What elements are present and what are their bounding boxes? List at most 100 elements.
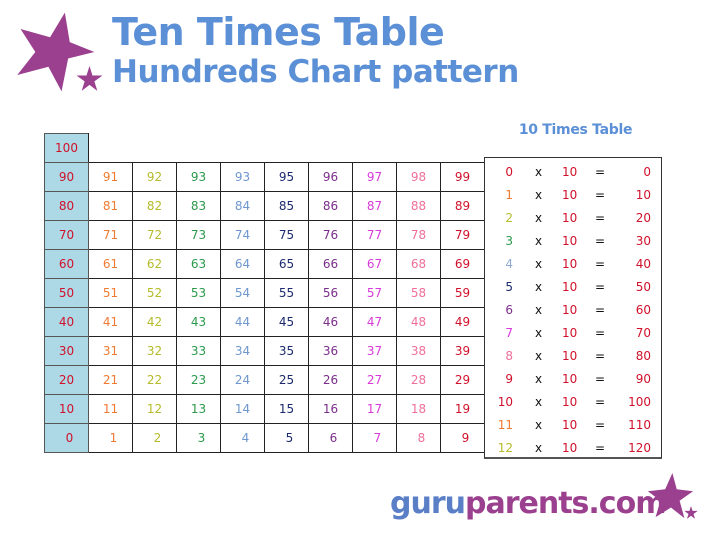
grid-cell: 69 (440, 249, 485, 279)
grid-cell: 47 (352, 307, 397, 337)
times-equals: = (595, 280, 606, 294)
times-table-row: 10 x 10 = 100 (485, 391, 661, 414)
times-multiplicand: 7 (505, 326, 513, 340)
times-table: 0 x 10 = 0 1 x 10 = 10 2 x 10 = 20 3 x 10 = 30 4 x 10 = 40 5 x 10 = 5… (484, 157, 662, 459)
grid-tens-cell: 40 (44, 307, 89, 337)
page-subtitle: Hundreds Chart pattern (112, 54, 519, 90)
times-multiplicand: 5 (505, 280, 513, 294)
grid-tens-cell: 10 (44, 394, 89, 424)
grid-cell: 16 (308, 394, 353, 424)
times-multiplicand: 2 (505, 211, 513, 225)
times-result: 0 (643, 165, 651, 179)
times-operator: x (535, 234, 543, 248)
times-operator: x (535, 165, 543, 179)
grid-cell: 87 (352, 191, 397, 221)
times-table-row: 7 x 10 = 70 (485, 322, 661, 345)
grid-tens-cell: 60 (44, 249, 89, 279)
times-multiplicand: 9 (505, 372, 513, 386)
grid-cell: 58 (396, 278, 441, 308)
grid-tens-cell: 30 (44, 336, 89, 366)
grid-empty-cell (220, 133, 265, 163)
times-result: 70 (635, 326, 651, 340)
grid-cell: 19 (440, 394, 485, 424)
grid-cell: 59 (440, 278, 485, 308)
grid-empty-cell (176, 133, 221, 163)
times-multiplier: 10 (562, 211, 578, 225)
times-table-row: 0 x 10 = 0 (485, 161, 661, 184)
grid-cell: 2 (132, 423, 177, 453)
grid-cell: 93 (220, 162, 265, 192)
guruparents-logo: guruparents.com (390, 486, 666, 521)
times-equals: = (595, 441, 606, 455)
grid-cell: 71 (88, 220, 133, 250)
times-multiplier: 10 (562, 188, 578, 202)
times-table-row: 12 x 10 = 120 (485, 437, 661, 460)
grid-cell: 28 (396, 365, 441, 395)
times-result: 100 (628, 395, 651, 409)
grid-empty-cell (308, 133, 353, 163)
grid-cell: 26 (308, 365, 353, 395)
grid-row: 80 81 82 83 84 85 86 87 88 89 (44, 191, 485, 221)
times-table-row: 9 x 10 = 90 (485, 368, 661, 391)
grid-cell: 67 (352, 249, 397, 279)
grid-cell: 6 (308, 423, 353, 453)
grid-tens-cell: 0 (44, 423, 89, 453)
grid-cell: 56 (308, 278, 353, 308)
times-equals: = (595, 257, 606, 271)
grid-cell: 86 (308, 191, 353, 221)
times-equals: = (595, 188, 606, 202)
times-multiplier: 10 (562, 418, 578, 432)
times-table-row: 4 x 10 = 40 (485, 253, 661, 276)
grid-cell: 76 (308, 220, 353, 250)
grid-cell: 89 (440, 191, 485, 221)
times-result: 50 (635, 280, 651, 294)
grid-cell: 52 (132, 278, 177, 308)
times-result: 60 (635, 303, 651, 317)
times-table-row: 3 x 10 = 30 (485, 230, 661, 253)
grid-cell: 99 (440, 162, 485, 192)
times-multiplier: 10 (562, 372, 578, 386)
grid-empty-cell (396, 133, 441, 163)
grid-cell: 48 (396, 307, 441, 337)
grid-cell: 36 (308, 336, 353, 366)
times-operator: x (535, 441, 543, 455)
times-multiplicand: 11 (497, 418, 513, 432)
times-multiplicand: 3 (505, 234, 513, 248)
times-table-row: 5 x 10 = 50 (485, 276, 661, 299)
times-result: 10 (635, 188, 651, 202)
grid-cell: 34 (220, 336, 265, 366)
grid-cell: 74 (220, 220, 265, 250)
grid-row: 10 11 12 13 14 15 16 17 18 19 (44, 394, 485, 424)
times-result: 40 (635, 257, 651, 271)
grid-cell: 8 (396, 423, 441, 453)
times-multiplicand: 12 (497, 441, 513, 455)
logo-text-parents: parents.com (464, 486, 666, 521)
grid-cell: 33 (176, 336, 221, 366)
grid-cell: 79 (440, 220, 485, 250)
times-operator: x (535, 280, 543, 294)
grid-empty-cell (264, 133, 309, 163)
grid-empty-cell (132, 133, 177, 163)
grid-row: 50 51 52 53 54 55 56 57 58 59 (44, 278, 485, 308)
grid-cell: 93 (176, 162, 221, 192)
grid-cell: 97 (352, 162, 397, 192)
grid-cell: 41 (88, 307, 133, 337)
times-multiplier: 10 (562, 441, 578, 455)
times-multiplier: 10 (562, 280, 578, 294)
grid-cell: 92 (132, 162, 177, 192)
grid-cell: 82 (132, 191, 177, 221)
grid-cell: 63 (176, 249, 221, 279)
times-multiplicand: 8 (505, 349, 513, 363)
grid-cell: 73 (176, 220, 221, 250)
grid-cell: 35 (264, 336, 309, 366)
grid-cell: 31 (88, 336, 133, 366)
grid-cell: 54 (220, 278, 265, 308)
grid-cell: 23 (176, 365, 221, 395)
grid-cell-100: 100 (44, 133, 89, 163)
grid-row: 40 41 42 43 44 45 46 47 48 49 (44, 307, 485, 337)
times-result: 110 (628, 418, 651, 432)
grid-cell: 88 (396, 191, 441, 221)
grid-cell: 78 (396, 220, 441, 250)
grid-cell: 43 (176, 307, 221, 337)
grid-cell: 66 (308, 249, 353, 279)
